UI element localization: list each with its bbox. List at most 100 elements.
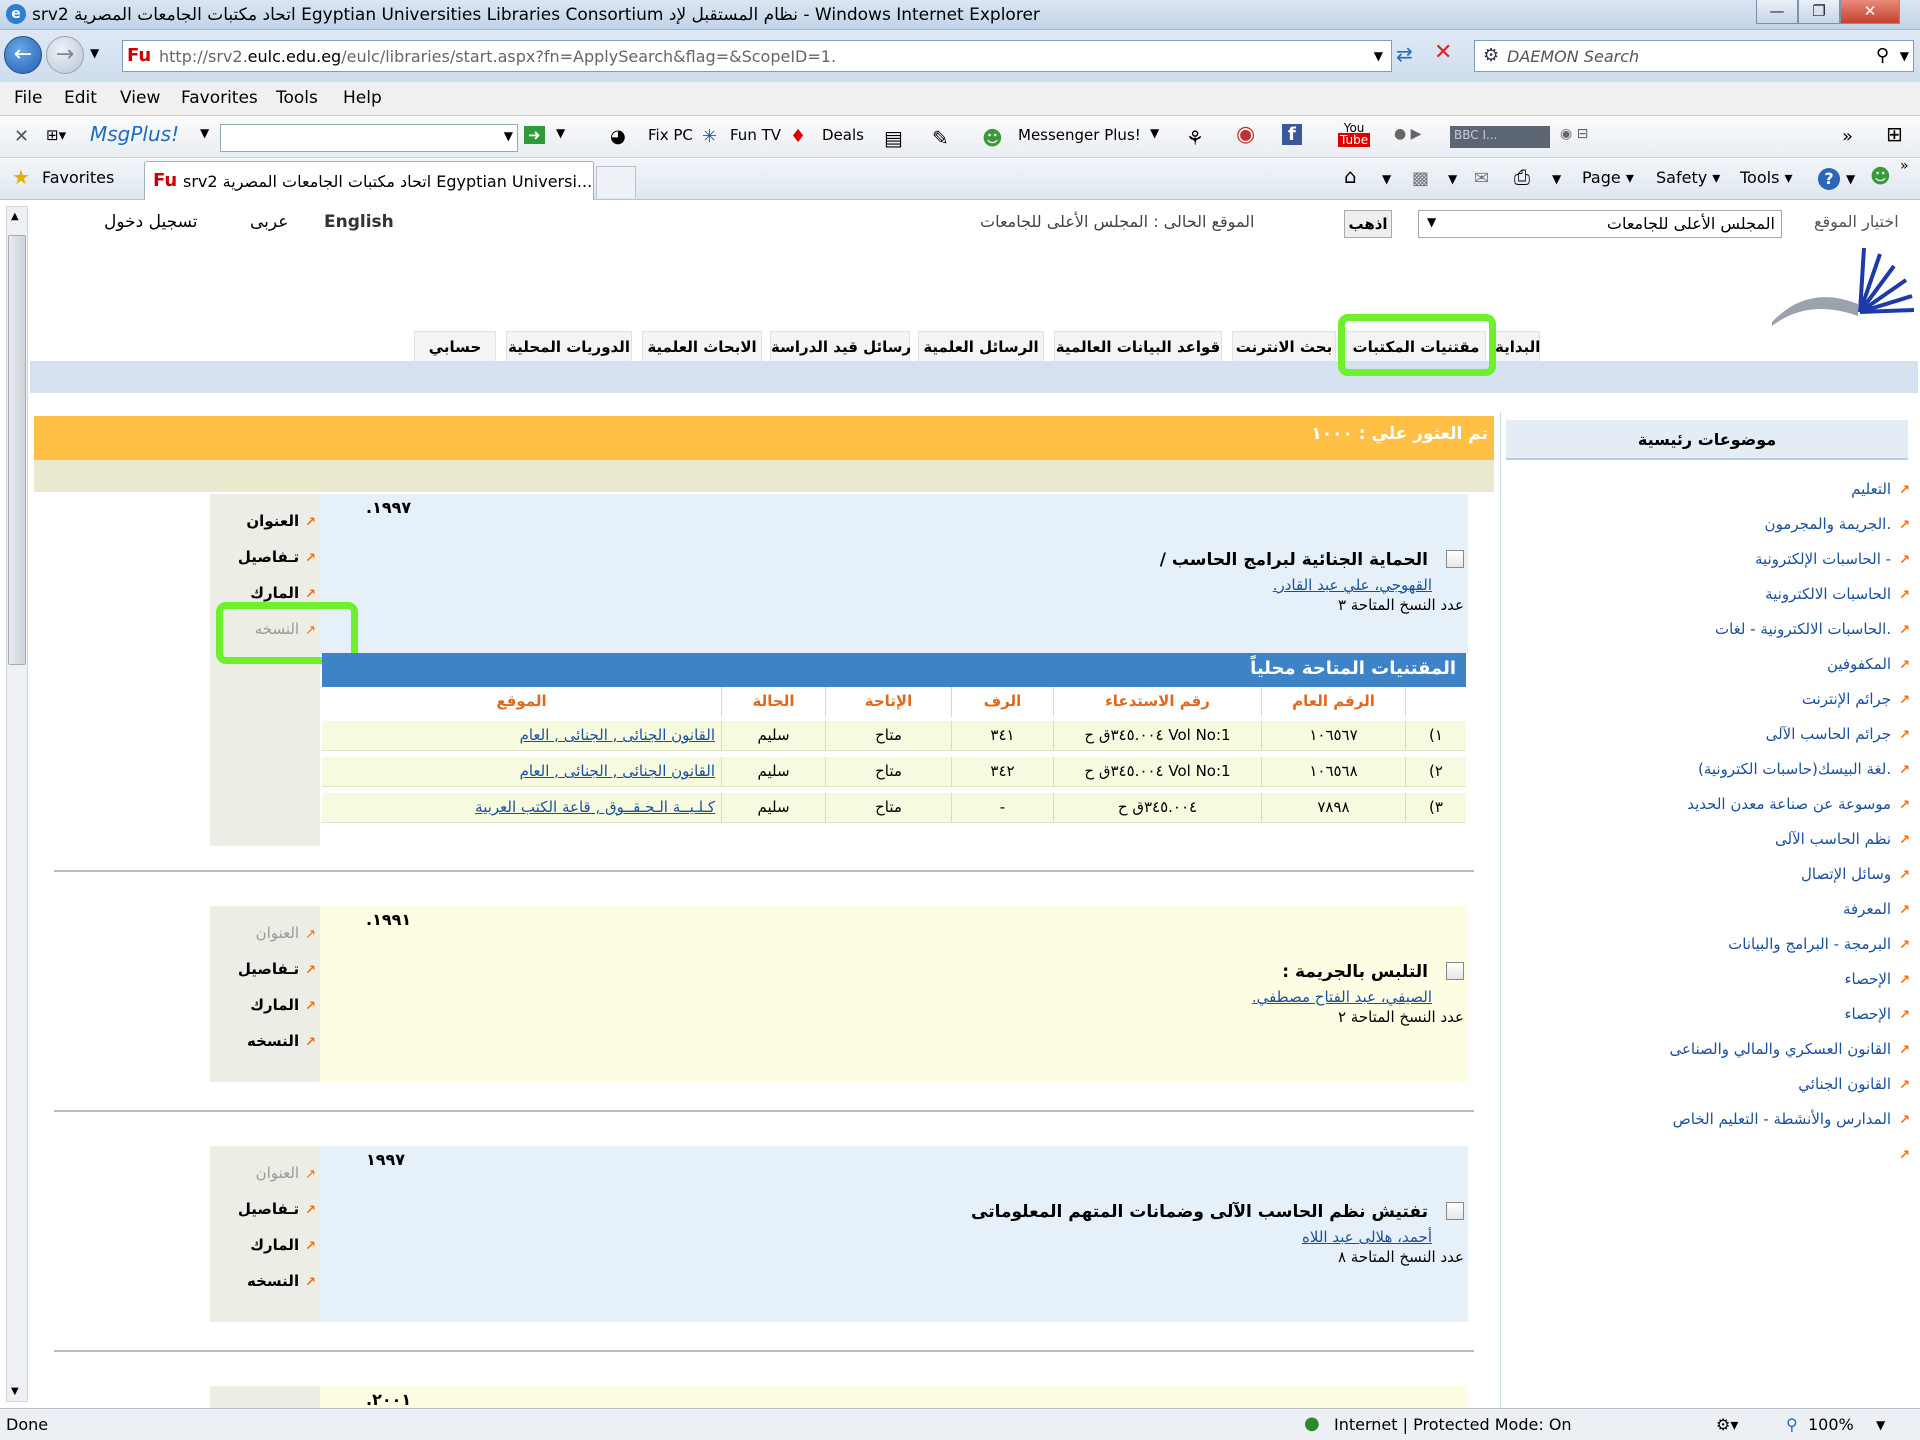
sidebar-subject[interactable]: القانون العسكري والمالي والصناعى [1669, 1040, 1910, 1058]
scroll-down-icon[interactable]: ▼ [11, 1386, 19, 1397]
sidebar-subject[interactable]: القانون الجنائي [1798, 1075, 1910, 1093]
sidebar-subject[interactable]: جرائم الحاسب الآلى [1766, 725, 1910, 743]
url-dropdown-icon[interactable]: ▼ [1374, 49, 1383, 63]
nav-theses-in-progress[interactable]: رسائل قيد الدراسة [770, 331, 911, 363]
youtube-icon[interactable]: You Tube [1338, 122, 1371, 147]
msgplus-logo[interactable]: MsgPlus! [90, 122, 179, 146]
sidebar-subject[interactable]: المدارس والأنشطة - التعليم الخاص [1673, 1110, 1910, 1128]
back-button[interactable]: ← [4, 36, 42, 74]
menu-tools[interactable]: Tools [276, 88, 318, 108]
tools-menu[interactable]: Tools ▾ [1740, 168, 1793, 187]
sidebar-subject[interactable]: الحاسبات الإلكترونية - [1755, 550, 1910, 568]
site-select[interactable]: ▼ المجلس الأعلى للجامعات [1418, 210, 1782, 238]
record-title-link[interactable]: العنوان [246, 512, 316, 530]
chevron-more-icon[interactable]: » [1842, 126, 1853, 147]
sidebar-subject-empty[interactable] [1891, 1145, 1910, 1163]
media-icon[interactable]: ▤ [884, 126, 903, 150]
maximize-button[interactable]: ❐ [1798, 0, 1840, 24]
sidebar-subject[interactable]: البرمجة - البرامج والبيانات [1728, 935, 1910, 953]
funtv-button[interactable]: Fun TV [730, 126, 781, 144]
radio-station-select[interactable]: BBC I... [1450, 126, 1550, 148]
sidebar-subject[interactable]: الإحصاء [1844, 1005, 1910, 1023]
record-copy-link[interactable]: النسخه [247, 1032, 316, 1050]
messenger-dropdown-icon[interactable]: ▼ [1150, 126, 1159, 140]
scroll-up-icon[interactable]: ▲ [11, 211, 19, 222]
record-details-link[interactable]: تـفاصيل [238, 1200, 316, 1218]
nav-my-account[interactable]: حسابي [414, 331, 496, 363]
messenger-people-icon[interactable]: ☻ [1870, 164, 1891, 188]
record-marc-link[interactable]: المارك [250, 584, 316, 602]
toolbar-search-input[interactable]: ▼ [220, 124, 518, 152]
browser-tab-active[interactable]: Fu srv2 اتحاد مكتبات الجامعات المصرية Eg… [144, 161, 594, 200]
deals-button[interactable]: Deals [822, 126, 864, 144]
menu-favorites[interactable]: Favorites [181, 88, 258, 108]
home-icon[interactable]: ⌂ [1344, 164, 1357, 188]
zoom-level[interactable]: 100% [1808, 1415, 1854, 1434]
site-select-dropdown-icon[interactable]: ▼ [1427, 215, 1436, 229]
record-title-link[interactable]: العنوان [256, 1164, 316, 1182]
go-arrow-icon[interactable]: ➜ [524, 126, 545, 144]
avatar-icon[interactable]: ◉ [1236, 122, 1255, 147]
menu-help[interactable]: Help [343, 88, 382, 108]
close-toolbar-icon[interactable]: ✕ [14, 126, 29, 147]
add-button-icon[interactable]: ⊞▾ [46, 126, 66, 144]
home-dropdown-icon[interactable]: ▼ [1382, 172, 1391, 186]
volume-icon[interactable]: ◉ ⊟ [1560, 126, 1588, 142]
messenger-plus-button[interactable]: Messenger Plus! [1018, 126, 1141, 144]
login-link[interactable]: تسجيل دخول [104, 212, 198, 232]
record-author-link[interactable]: أحمد، هلالى عبد اللاه [1302, 1228, 1432, 1246]
go-button[interactable]: اذهب [1344, 210, 1392, 238]
arabic-link[interactable]: عربى [250, 212, 288, 232]
holding-location-link[interactable]: كـلـيــة الـحـقــوق , قاعة الكتب العربية [322, 793, 722, 823]
pen-icon[interactable]: ✎ [932, 126, 949, 150]
zoom-dropdown-icon[interactable]: ▼ [1876, 1418, 1885, 1432]
favorites-star-icon[interactable]: ★ [12, 165, 30, 189]
protected-mode-icon[interactable]: ⚙▾ [1716, 1415, 1738, 1434]
sidebar-subject[interactable]: لغة البيسك(حاسبات الكترونية). [1698, 760, 1910, 778]
help-icon[interactable]: ? [1818, 168, 1840, 190]
sidebar-subject[interactable]: المعرفة [1843, 900, 1910, 918]
search-box[interactable]: ⚙ DAEMON Search ⚲ ▼ [1474, 40, 1914, 72]
msgplus-dropdown-icon[interactable]: ▼ [200, 126, 209, 140]
holding-location-link[interactable]: القانون الجنائى , الجنائى , العام [322, 721, 722, 751]
sidebar-subject[interactable]: نظم الحاسب الآلى [1775, 830, 1910, 848]
stop-icon[interactable]: ✕ [1434, 40, 1452, 65]
menu-edit[interactable]: Edit [64, 88, 97, 108]
facebook-icon[interactable]: f [1282, 124, 1302, 145]
help-dropdown-icon[interactable]: ▼ [1846, 172, 1855, 186]
record-select-checkbox[interactable] [1446, 550, 1464, 568]
nav-local-periodicals[interactable]: الدوريات المحلية [506, 331, 632, 363]
record-select-checkbox[interactable] [1446, 1202, 1464, 1220]
address-bar[interactable]: Fu http://srv2.eulc.edu.eg/eulc/librarie… [122, 40, 1392, 72]
print-dropdown-icon[interactable]: ▼ [1552, 172, 1561, 186]
close-button[interactable]: ✕ [1840, 0, 1900, 24]
sidebar-subject[interactable]: المكفوفين [1827, 655, 1910, 673]
menu-file[interactable]: File [14, 88, 42, 108]
refresh-icon[interactable]: ⇄ [1396, 42, 1413, 66]
nav-theses[interactable]: الرسائل العلمية [918, 331, 1044, 363]
vertical-scrollbar[interactable]: ▲ ▼ [6, 206, 28, 1402]
add-tab-toolbar-icon[interactable]: ⊞ [1886, 122, 1903, 146]
sidebar-subject[interactable]: التعليم [1851, 480, 1910, 498]
rss-feed-icon[interactable]: ▩ [1412, 168, 1429, 189]
sidebar-subject[interactable]: الإحصاء [1844, 970, 1910, 988]
record-author-link[interactable]: القهوجي، علي عبد القادر. [1273, 576, 1432, 594]
mail-icon[interactable]: ✉ [1474, 168, 1489, 189]
nav-global-databases[interactable]: قواعد البيانات العالمية [1054, 331, 1222, 363]
go-dropdown-icon[interactable]: ▼ [556, 126, 565, 140]
new-tab-button[interactable] [596, 166, 636, 198]
sidebar-subject[interactable]: موسوعة عن صناعة معدن الحديد [1687, 795, 1910, 813]
search-icon[interactable]: ⚲ [1876, 45, 1889, 66]
record-details-link[interactable]: تـفاصيل [238, 960, 316, 978]
english-link[interactable]: English [324, 212, 394, 232]
favorites-button[interactable]: Favorites [42, 168, 114, 187]
forward-button[interactable]: → [46, 36, 84, 74]
record-details-link[interactable]: تـفاصيل [238, 548, 316, 566]
holding-location-link[interactable]: القانون الجنائى , الجنائى , العام [322, 757, 722, 787]
chevron-more-icon[interactable]: » [1900, 158, 1909, 174]
search-dropdown-icon[interactable]: ▼ [1900, 49, 1909, 63]
nav-research[interactable]: الابحاث العلمية [642, 331, 762, 363]
record-author-link[interactable]: الصيفي، عبد الفتاح مصطفي. [1252, 988, 1432, 1006]
nav-internet-search[interactable]: بحث الانترنت [1232, 331, 1336, 363]
record-copy-link[interactable]: النسخه [247, 1272, 316, 1290]
